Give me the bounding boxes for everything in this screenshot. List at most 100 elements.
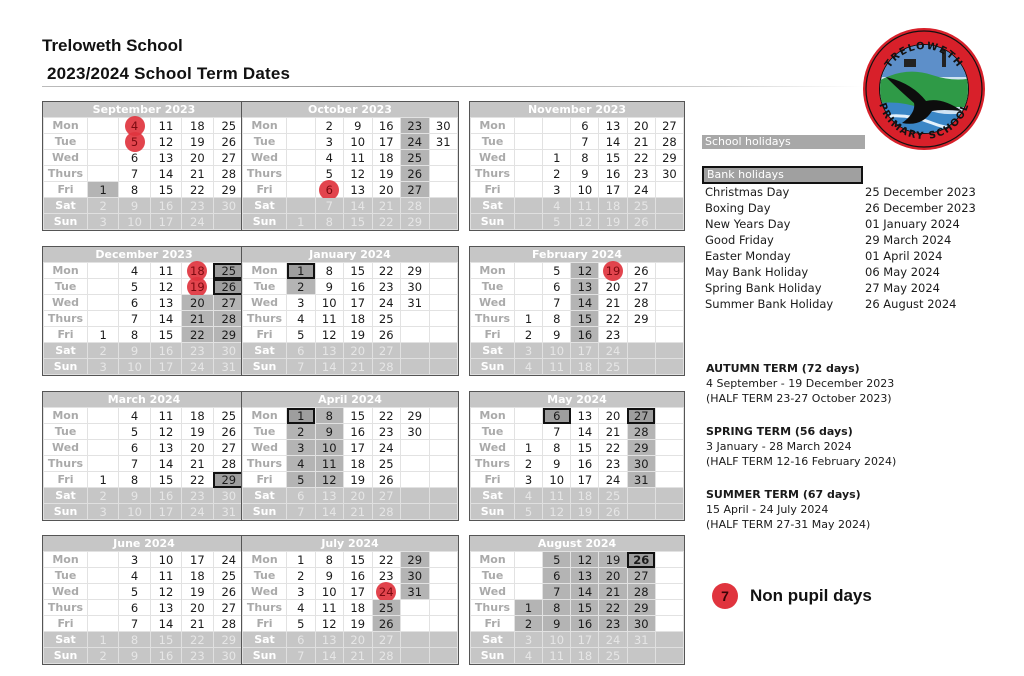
- empty-cell: [286, 149, 316, 166]
- date-number: 3: [297, 584, 305, 599]
- date-number: 5: [130, 584, 139, 599]
- day-label: Wed: [242, 149, 287, 166]
- date-number: 17: [350, 584, 366, 599]
- date-number: 15: [158, 632, 174, 647]
- date-number: 27: [633, 408, 649, 423]
- date-number: 3: [130, 552, 139, 567]
- date-number: 1: [553, 150, 561, 165]
- term-spring: SPRING TERM (56 days) 3 January - 28 Mar…: [706, 424, 896, 469]
- date-number: 7: [553, 584, 561, 599]
- date-cell: 30: [400, 567, 430, 584]
- empty-cell: [428, 310, 458, 327]
- term-summary: AUTUMN TERM (72 days) 4 September - 19 D…: [706, 361, 896, 550]
- week-day-row: Sun 2 9 16 23 30: [43, 647, 246, 664]
- date-cell: 16: [149, 647, 183, 664]
- date-cell: 14: [343, 197, 373, 214]
- day-label: Sun: [470, 647, 515, 664]
- date-cell: 1: [542, 149, 572, 166]
- empty-cell: [86, 310, 120, 327]
- empty-cell: [400, 342, 430, 359]
- date-cell: 25: [371, 310, 401, 327]
- date-cell: 12: [314, 471, 344, 488]
- date-cell: 14: [570, 583, 600, 600]
- week-day-row: Sat 6 13 20 27: [242, 631, 458, 648]
- week-day-row: Wed 3 10 17 24 31: [242, 581, 458, 602]
- date-cell: 19: [181, 276, 214, 297]
- date-cell: 23: [371, 278, 401, 295]
- date-cell: 7: [118, 165, 151, 182]
- date-number: 8: [581, 150, 589, 165]
- date-cell: 16: [570, 326, 600, 343]
- date-cell: 3: [86, 213, 120, 230]
- date-cell: 23: [626, 165, 656, 182]
- date-cell: 2: [86, 197, 120, 214]
- date-number: 24: [605, 343, 621, 358]
- date-number: 18: [350, 456, 366, 471]
- day-label: Tue: [242, 423, 287, 440]
- date-number: 16: [605, 166, 621, 181]
- date-cell: 24: [598, 342, 628, 359]
- date-cell: 16: [343, 278, 373, 295]
- day-label: Wed: [242, 439, 287, 456]
- date-cell: 12: [149, 278, 183, 295]
- date-number: 8: [130, 327, 139, 342]
- empty-cell: [428, 165, 458, 182]
- date-cell: 29: [400, 551, 430, 568]
- month-title: December 2023: [43, 247, 245, 262]
- date-number: 15: [577, 600, 593, 615]
- non-pupil-label: Non pupil days: [750, 586, 872, 605]
- date-cell: 20: [181, 439, 214, 456]
- legend-school-holidays: School holidays: [702, 135, 865, 149]
- week-day-row: Sun 7 14 21 28: [242, 358, 458, 375]
- date-cell: 28: [212, 615, 246, 632]
- day-label: Sun: [242, 503, 287, 520]
- date-number: 8: [325, 263, 333, 278]
- date-number: 26: [221, 279, 237, 294]
- date-number: 19: [605, 214, 621, 229]
- term-dates: 15 April - 24 July 2024: [706, 503, 829, 516]
- date-number: 24: [605, 632, 621, 647]
- month-title: March 2024: [43, 392, 245, 407]
- empty-cell: [86, 294, 120, 311]
- date-number: 1: [99, 632, 107, 647]
- day-label: Thurs: [242, 455, 287, 472]
- day-label: Fri: [470, 181, 515, 198]
- date-number: 29: [633, 440, 649, 455]
- week-day-row: Sun 3 10 17 24 31: [43, 358, 246, 375]
- week-day-row: Wed 4 11 18 25: [242, 149, 458, 166]
- bank-holiday-name: Boxing Day: [705, 201, 771, 215]
- date-cell: 20: [343, 342, 373, 359]
- date-number: 16: [378, 118, 394, 133]
- date-number: 30: [662, 166, 677, 181]
- empty-cell: [428, 471, 458, 488]
- date-number: 5: [130, 134, 139, 149]
- date-cell: 19: [343, 615, 373, 632]
- date-number: 11: [321, 456, 337, 471]
- date-number: 27: [633, 279, 649, 294]
- empty-cell: [428, 181, 458, 198]
- date-cell: 18: [598, 197, 628, 214]
- date-cell: 2: [286, 278, 316, 295]
- date-cell: 29: [654, 149, 685, 166]
- week-day-row: Sat 3 10 17 24 31: [470, 631, 685, 648]
- date-number: 7: [130, 616, 139, 631]
- date-number: 29: [407, 263, 423, 278]
- date-number: 22: [605, 311, 621, 326]
- date-number: 7: [297, 648, 305, 663]
- month-days-table: Mon 5 12 19 26 Tue 6 13 20 27 Wed 7 14 21 28 Thurs 1 8 15 2…: [470, 260, 685, 375]
- date-number: 1: [297, 408, 305, 423]
- legend-bank-holidays: Bank holidays: [702, 166, 863, 184]
- empty-cell: [654, 471, 685, 488]
- date-cell: 20: [181, 599, 214, 616]
- school-logo: TRELOWETH PRIMARY SCHOOL: [862, 27, 986, 151]
- date-number: 22: [378, 408, 394, 423]
- date-number: 17: [577, 343, 593, 358]
- date-number: 16: [350, 424, 366, 439]
- date-cell: 18: [181, 407, 214, 424]
- date-cell: 29: [626, 310, 656, 327]
- week-day-row: Tue 5 12 19 26: [43, 423, 246, 440]
- bank-holiday-row: Christmas Day 25 December 2023: [705, 184, 976, 200]
- date-cell: 13: [314, 631, 344, 648]
- date-cell: 26: [212, 583, 246, 600]
- date-number: 28: [378, 648, 394, 663]
